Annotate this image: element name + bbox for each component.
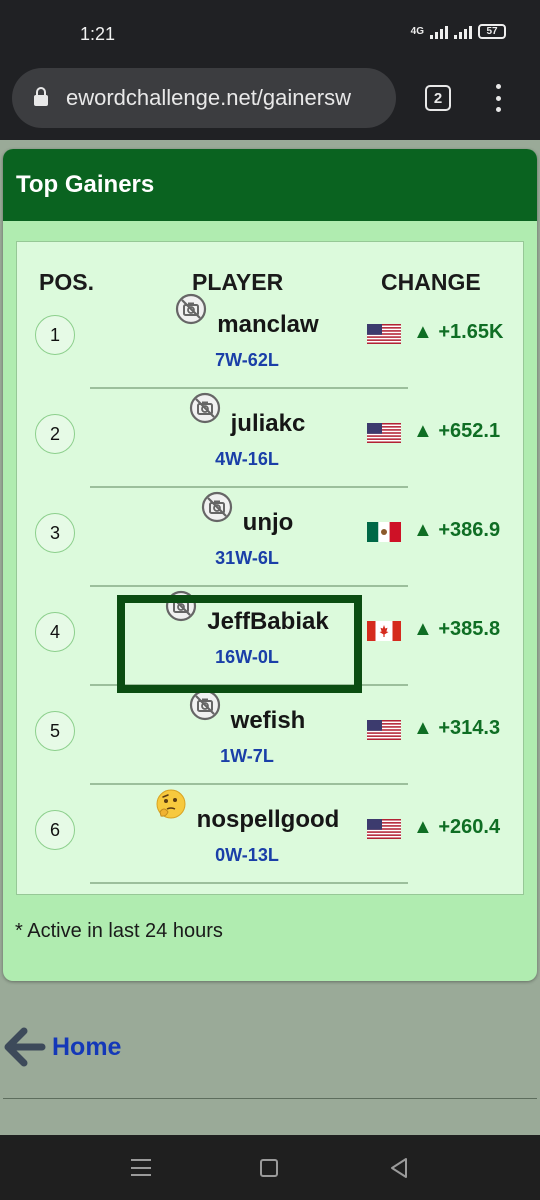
battery-level: 57 <box>486 26 498 37</box>
player-cell[interactable]: nospellgood 0W-13L <box>87 784 407 883</box>
footnote: * Active in last 24 hours <box>15 920 223 942</box>
no-photo-icon <box>189 392 221 424</box>
rating-change: ▲ +385.8 <box>413 618 501 640</box>
leaderboard-row: 6 nospellgood 0W-13L ▲ +260.4 <box>17 784 525 884</box>
position-badge: 5 <box>35 711 75 751</box>
tab-count: 2 <box>433 89 443 107</box>
thinking-face-icon <box>155 788 187 820</box>
lock-icon <box>34 87 48 107</box>
player-record: 4W-16L <box>215 449 279 469</box>
no-photo-icon <box>189 689 221 721</box>
rating-change: ▲ +1.65K <box>413 321 504 343</box>
rating-change: ▲ +386.9 <box>413 519 501 541</box>
position-number: 1 <box>49 324 60 345</box>
player-name[interactable]: manclaw <box>217 311 318 339</box>
divider <box>3 1098 537 1099</box>
flag-mx-icon <box>367 522 401 542</box>
rating-change: ▲ +314.3 <box>413 717 501 739</box>
more-vert-icon[interactable] <box>488 82 508 114</box>
flag-us-icon <box>367 720 401 740</box>
recents-icon[interactable] <box>131 1159 151 1176</box>
position-badge: 3 <box>35 513 75 553</box>
position-number: 2 <box>49 423 60 444</box>
status-time: 1:21 <box>80 24 116 44</box>
leaderboard-row: 3 unjo 31W-6L ▲ +386.9 <box>17 487 525 587</box>
flag-us-icon <box>367 324 401 344</box>
address-bar[interactable]: ewordchallenge.net/gainersw <box>12 68 396 128</box>
position-badge: 2 <box>35 414 75 454</box>
system-nav-bar <box>0 1135 540 1200</box>
status-bar: 1:21 4G 57 <box>0 0 540 66</box>
status-icons: 4G 57 <box>411 24 506 39</box>
player-name[interactable]: unjo <box>243 509 294 537</box>
leaderboard-table: POS. PLAYER CHANGE 1 manclaw 7W-62L ▲ +1.65… <box>16 241 524 895</box>
arrow-left-icon <box>4 1027 46 1067</box>
player-cell[interactable]: wefish 1W-7L <box>87 685 407 784</box>
leaderboard-row: 2 juliakc 4W-16L ▲ +652.1 <box>17 388 525 488</box>
player-cell[interactable]: juliakc 4W-16L <box>87 388 407 487</box>
position-number: 4 <box>49 621 60 642</box>
card-title: Top Gainers <box>16 171 155 198</box>
position-number: 5 <box>49 720 60 741</box>
home-icon[interactable] <box>260 1159 278 1177</box>
position-badge: 6 <box>35 810 75 850</box>
position-badge: 4 <box>35 612 75 652</box>
flag-us-icon <box>367 819 401 839</box>
player-cell[interactable]: manclaw 7W-62L <box>87 289 407 388</box>
player-cell[interactable]: unjo 31W-6L <box>87 487 407 586</box>
player-record: 0W-13L <box>215 845 279 865</box>
home-link[interactable]: Home <box>4 1025 121 1069</box>
page-content: Top Gainers POS. PLAYER CHANGE 1 manclaw 7… <box>0 140 540 1135</box>
battery-icon: 57 <box>478 24 506 39</box>
player-name[interactable]: wefish <box>231 707 306 735</box>
player-record: 31W-6L <box>215 548 279 568</box>
home-link-label[interactable]: Home <box>52 1033 121 1062</box>
no-photo-icon <box>175 293 207 325</box>
tab-switcher-button[interactable]: 2 <box>425 85 451 111</box>
card-header: Top Gainers <box>3 149 537 221</box>
position-badge: 1 <box>35 315 75 355</box>
player-record: 1W-7L <box>220 746 274 766</box>
position-number: 3 <box>49 522 60 543</box>
back-icon[interactable] <box>388 1157 410 1179</box>
rating-change: ▲ +260.4 <box>413 816 501 838</box>
player-name[interactable]: nospellgood <box>197 806 340 834</box>
current-player-highlight <box>117 595 362 693</box>
player-record: 7W-62L <box>215 350 279 370</box>
player-name[interactable]: juliakc <box>231 410 306 438</box>
position-number: 6 <box>49 819 60 840</box>
row-divider <box>90 882 408 884</box>
signal-icon <box>430 25 448 39</box>
leaderboard-row: 5 wefish 1W-7L ▲ +314.3 <box>17 685 525 785</box>
url-text[interactable]: ewordchallenge.net/gainersw <box>66 85 351 111</box>
leaderboard-row: 1 manclaw 7W-62L ▲ +1.65K <box>17 289 525 389</box>
rating-change: ▲ +652.1 <box>413 420 501 442</box>
flag-ca-icon <box>367 621 401 641</box>
top-gainers-card: Top Gainers POS. PLAYER CHANGE 1 manclaw 7… <box>3 149 537 981</box>
network-label: 4G <box>410 26 424 37</box>
signal-icon-2 <box>454 25 472 39</box>
browser-toolbar: ewordchallenge.net/gainersw 2 <box>0 66 540 140</box>
flag-us-icon <box>367 423 401 443</box>
no-photo-icon <box>201 491 233 523</box>
